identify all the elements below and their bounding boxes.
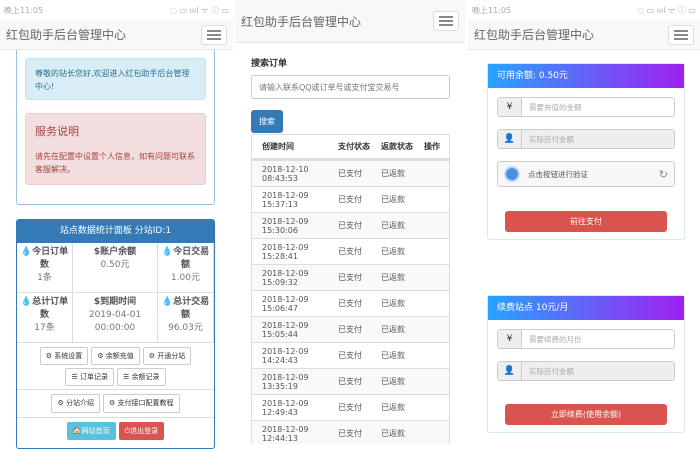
status-bar: 晚上11:05 ◌ ▭ ıııl ᯤ ⓘ ▭ (0, 0, 233, 20)
go-pay-button[interactable]: 前往支付 (505, 211, 667, 232)
drop-icon: 💧 (161, 247, 174, 257)
table-row: 2018-12-09 15:09:32 已支付 已返款 (252, 264, 449, 290)
service-title: 服务说明 (35, 125, 79, 138)
status-time: 晚上11:05 (4, 6, 44, 15)
action-row-1: ⚙ 系统设置 ⚙ 余额充值 ⚙ 开通分站 ☰ 订单记录 ☰ 余额记录 (17, 343, 214, 390)
menu-toggle-button[interactable] (201, 24, 227, 45)
stat-label: 今日订单数 (32, 247, 69, 270)
balance-header: 可用余额: 0.50元 (488, 64, 684, 88)
yen-icon: ¥ (498, 330, 522, 348)
status-icons: ◌ ▭ ıııl ᯤ ⓘ ▭ (169, 6, 229, 15)
service-text: 请先在配置中设置个人信息，如有问题可联系客服解决。 (35, 152, 195, 174)
table-row: 2018-12-09 15:05:44 已支付 已返款 (252, 316, 449, 342)
stat-value: 2019-04-01 00:00:00 (88, 310, 142, 333)
welcome-card: 尊敬的站长您好,欢迎进入红包助手后台管理中心! 服务说明 请先在配置中设置个人信… (16, 50, 215, 205)
app-title[interactable]: 红包助手后台管理中心 (474, 26, 594, 43)
balance-recharge-button[interactable]: ⚙ 余额充值 (91, 347, 140, 365)
recharge-card: 可用余额: 0.50元 ¥ 需要充值的金额 👤 实际应付金额 点击按钮进行验证 ↻ 前… (487, 63, 685, 240)
navbar: 红包助手后台管理中心 (0, 20, 233, 50)
substation-intro-button[interactable]: ⚙ 分站介绍 (51, 394, 100, 413)
table-row: 2018-12-09 12:44:13 已支付 已返款 (252, 420, 449, 444)
home-screen: 晚上11:05 ◌ ▭ ıııl ᯤ ⓘ ▭ 红包助手后台管理中心 尊敬的站长您好… (0, 0, 233, 449)
table-row: 2018-12-09 14:24:43 已支付 已返款 (252, 342, 449, 368)
renew-header: 续费站点 10元/月 (488, 296, 684, 320)
stat-value: 1条 (37, 273, 52, 283)
recharge-screen: 晚上11:05 ◌ ▭ ıııl ᯤ ⓘ ▭ 红包助手后台管理中心 可用余额: 0… (468, 0, 700, 437)
table-row: 2018-12-09 15:28:41 已支付 已返款 (252, 238, 449, 264)
refresh-icon: ↻ (658, 167, 668, 181)
menu-toggle-button[interactable] (433, 11, 459, 31)
drop-icon: 💧 (161, 297, 174, 307)
service-alert: 服务说明 请先在配置中设置个人信息，如有问题可联系客服解决。 (25, 113, 206, 185)
stat-cell: 💧今日订单数 1条 (17, 243, 73, 293)
app-title[interactable]: 红包助手后台管理中心 (6, 26, 126, 43)
table-row: 2018-12-09 12:49:43 已支付 已返款 (252, 394, 449, 420)
drop-icon: 💧 (20, 297, 33, 307)
renew-button[interactable]: 立即续费(使用余额) (505, 404, 667, 425)
stat-value: 17条 (34, 323, 55, 333)
recharge-pay-field: 👤 实际应付金额 (497, 129, 675, 149)
app-title[interactable]: 红包助手后台管理中心 (241, 13, 361, 30)
stat-cell: $到期时间 2019-04-01 00:00:00 (73, 293, 158, 343)
payment-config-tutorial-button[interactable]: ⚙ 支付接口配置教程 (103, 394, 180, 413)
balance-records-button[interactable]: ☰ 余额记录 (117, 368, 166, 386)
orders-screen: 红包助手后台管理中心 搜索订单 搜索 创建时间支付状态返款状态操作 2018-1… (235, 0, 465, 444)
renew-months-field[interactable]: ¥ 需要续费的月份 (497, 329, 675, 349)
table-row: 2018-12-09 15:37:13 已支付 已返款 (252, 186, 449, 212)
stat-value: 1.00元 (170, 273, 201, 283)
navbar: 红包助手后台管理中心 (468, 20, 700, 50)
stat-label: 总计订单数 (32, 297, 69, 320)
search-label: 搜索订单 (251, 59, 288, 69)
search-input[interactable] (251, 75, 450, 99)
logout-button[interactable]: ⏻退出登录 (118, 422, 165, 440)
orders-table: 创建时间 支付状态 返款状态 操作 2018-12-10 08:43:53 已支付 已返款… (251, 134, 450, 444)
table-row: 2018-12-09 15:06:47 已支付 已返款 (252, 290, 449, 316)
site-home-button[interactable]: 🏠网站首页 (66, 422, 116, 440)
table-row: 2018-12-09 15:30:06 已支付 已返款 (252, 212, 449, 238)
stat-cell: 💧今日交易额 1.00元 (158, 243, 214, 293)
system-settings-button[interactable]: ⚙ 系统设置 (39, 347, 89, 365)
stat-cell: 💧总计交易额 96.03元 (158, 293, 214, 343)
user-icon: 👤 (498, 362, 522, 380)
status-bar: 晚上11:05 ◌ ▭ ıııl ᯤ ⓘ ▭ (468, 0, 700, 20)
stat-value: 96.03元 (168, 323, 203, 333)
stat-cell: 💧总计订单数 17条 (17, 293, 73, 343)
stats-panel: 站点数据统计面板 分站ID:1 💧今日订单数 1条 $账户余额 0.50元 💧今日交易额… (16, 219, 215, 449)
action-row-2: ⚙ 分站介绍 ⚙ 支付接口配置教程 (17, 390, 214, 418)
welcome-alert: 尊敬的站长您好,欢迎进入红包助手后台管理中心! (25, 58, 206, 100)
stat-label: 总计交易额 (173, 297, 210, 320)
table-header: 创建时间 支付状态 返款状态 操作 (252, 134, 449, 160)
drop-icon: 💧 (20, 247, 33, 257)
yen-icon: ¥ (498, 98, 522, 116)
renew-pay-field: 👤 实际应付金额 (497, 361, 675, 381)
open-substation-button[interactable]: ⚙ 开通分站 (142, 347, 192, 365)
user-icon: 👤 (498, 130, 522, 148)
navbar: 红包助手后台管理中心 (235, 0, 465, 43)
stat-label: 到期时间 (100, 297, 137, 307)
stat-cell: $账户余额 0.50元 (73, 243, 158, 293)
table-row: 2018-12-09 13:35:19 已支付 已返款 (252, 368, 449, 394)
captcha-button[interactable]: 点击按钮进行验证 ↻ (497, 161, 675, 187)
stat-label: 今日交易额 (173, 247, 210, 270)
table-row: 2018-12-10 08:43:53 已支付 已返款 (252, 160, 449, 186)
stat-label: 账户余额 (100, 247, 137, 257)
shield-icon (504, 166, 520, 182)
recharge-amount-field[interactable]: ¥ 需要充值的金额 (497, 97, 675, 117)
order-records-button[interactable]: ☰ 订单记录 (65, 368, 114, 386)
search-button[interactable]: 搜索 (251, 110, 283, 133)
stats-title: 站点数据统计面板 分站ID:1 (17, 220, 214, 243)
stat-value: 0.50元 (100, 260, 130, 270)
renew-card: 续费站点 10元/月 ¥ 需要续费的月份 👤 实际应付金额 立即续费(使用余额) (487, 295, 685, 433)
menu-toggle-button[interactable] (668, 24, 694, 45)
